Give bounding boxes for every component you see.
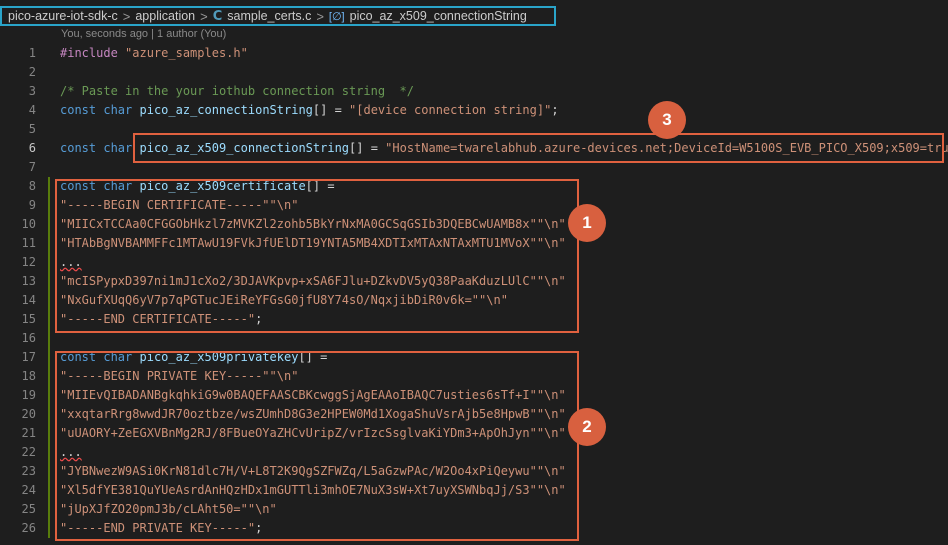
code-line-4: const char pico_az_connectionString[] = … — [60, 103, 559, 117]
line-number: 21 — [21, 426, 36, 440]
keyword-token: char — [103, 103, 133, 117]
line-number: 10 — [21, 217, 36, 231]
keyword-token: const — [60, 141, 97, 155]
breadcrumb-file[interactable]: sample_certs.c — [227, 9, 311, 23]
line-number: 16 — [21, 331, 36, 345]
line-number: 1 — [28, 46, 36, 60]
line-number: 11 — [21, 236, 36, 250]
preprocessor-token: #include — [60, 46, 118, 60]
line-number: 7 — [28, 160, 36, 174]
annotation-badge-2: 2 — [568, 408, 606, 446]
keyword-token: const — [60, 103, 97, 117]
breadcrumb-folder-root[interactable]: pico-azure-iot-sdk-c — [8, 9, 118, 23]
chevron-right-icon: > — [200, 8, 208, 24]
line-number: 4 — [28, 103, 36, 117]
string-token: "[device connection string]" — [349, 103, 552, 117]
line-number: 3 — [28, 84, 36, 98]
c-file-icon: C — [212, 8, 223, 24]
line-number: 19 — [21, 388, 36, 402]
line-number: 25 — [21, 502, 36, 516]
change-indicator[interactable] — [48, 177, 50, 348]
line-number: 14 — [21, 293, 36, 307]
line-number: 23 — [21, 464, 36, 478]
annotation-badge-3: 3 — [648, 101, 686, 139]
line-number: 8 — [28, 179, 36, 193]
line-number: 15 — [21, 312, 36, 326]
variable-symbol-icon: [∅] — [328, 10, 345, 23]
git-blame-codelens[interactable]: You, seconds ago | 1 author (You) — [61, 28, 226, 40]
line-number: 9 — [28, 198, 36, 212]
chevron-right-icon: > — [316, 8, 324, 24]
change-indicator[interactable] — [48, 348, 50, 538]
code-line-1: #include "azure_samples.h" — [60, 44, 248, 63]
string-token: "azure_samples.h" — [125, 46, 248, 60]
breadcrumb-symbol[interactable]: pico_az_x509_connectionString — [350, 9, 527, 23]
chevron-right-icon: > — [122, 8, 131, 24]
line-number-active: 6 — [28, 141, 36, 155]
line-number: 26 — [21, 521, 36, 535]
line-number: 12 — [21, 255, 36, 269]
line-number: 18 — [21, 369, 36, 383]
keyword-token: char — [103, 141, 133, 155]
connection-string-annotation-box — [133, 133, 944, 163]
line-number: 20 — [21, 407, 36, 421]
breadcrumb-folder-application[interactable]: application — [135, 9, 195, 23]
line-number: 22 — [21, 445, 36, 459]
identifier-token: pico_az_connectionString — [139, 103, 313, 117]
code-line-3: /* Paste in the your iothub connection s… — [60, 84, 415, 98]
line-number: 13 — [21, 274, 36, 288]
line-number: 5 — [28, 122, 36, 136]
annotation-badge-1: 1 — [568, 204, 606, 242]
line-number: 2 — [28, 65, 36, 79]
line-number: 24 — [21, 483, 36, 497]
breadcrumb: pico-azure-iot-sdk-c > application > C s… — [0, 6, 556, 26]
line-number: 17 — [21, 350, 36, 364]
private-key-annotation-box — [55, 351, 579, 541]
certificate-annotation-box — [55, 179, 579, 333]
